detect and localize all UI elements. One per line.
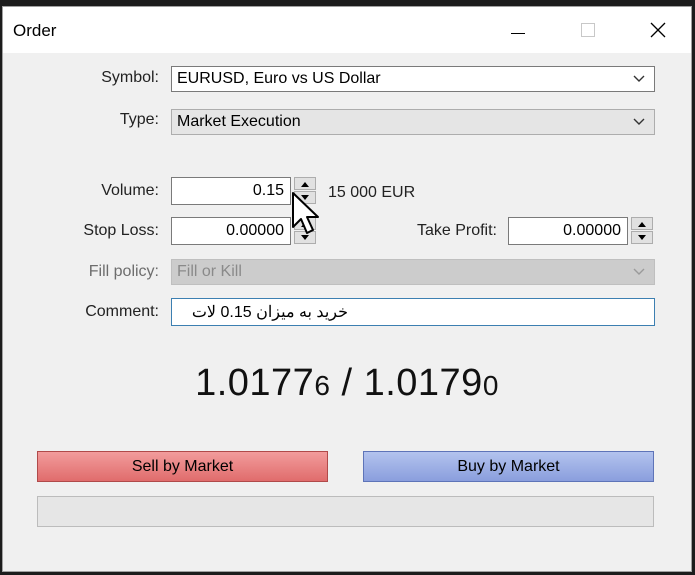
comment-label: Comment: xyxy=(85,303,159,320)
type-value: Market Execution xyxy=(177,113,301,130)
take-profit-value: 0.00000 xyxy=(563,222,621,239)
chevron-down-icon xyxy=(633,75,645,82)
arrow-up-icon xyxy=(301,181,309,187)
symbol-value: EURUSD, Euro vs US Dollar xyxy=(177,70,381,87)
volume-up-button[interactable] xyxy=(294,177,316,190)
price-separator: / xyxy=(330,362,364,404)
sell-by-market-button[interactable]: Sell by Market xyxy=(37,451,328,482)
ask-price-pip: 0 xyxy=(482,370,499,401)
bid-price: 1.01776 xyxy=(195,362,330,404)
volume-info: 15 000 EUR xyxy=(328,184,416,201)
take-profit-input[interactable]: 0.00000 xyxy=(508,217,628,245)
order-dialog: Order Symbol: EURUSD, Euro vs US Dollar … xyxy=(2,6,692,572)
buy-button-label: Buy by Market xyxy=(457,457,560,475)
take-profit-spinner[interactable] xyxy=(631,217,653,245)
volume-label: Volume: xyxy=(101,182,159,199)
ask-price-main: 1.0179 xyxy=(363,362,483,404)
buy-by-market-button[interactable]: Buy by Market xyxy=(363,451,654,482)
arrow-down-icon xyxy=(638,234,646,240)
title-bar: Order xyxy=(3,7,691,53)
type-select[interactable]: Market Execution xyxy=(171,109,655,135)
chevron-down-icon xyxy=(633,268,645,275)
comment-input[interactable]: خرید به میزان 0.15 لات xyxy=(171,298,655,326)
type-label: Type: xyxy=(119,111,159,128)
take-profit-label: Take Profit: xyxy=(416,222,497,239)
stop-loss-value: 0.00000 xyxy=(226,222,284,239)
ask-price: 1.01790 xyxy=(364,362,499,404)
volume-input[interactable]: 0.15 xyxy=(171,177,291,205)
take-profit-up-button[interactable] xyxy=(631,217,653,230)
stop-loss-label: Stop Loss: xyxy=(83,222,159,239)
stop-loss-input[interactable]: 0.00000 xyxy=(171,217,291,245)
close-icon xyxy=(650,22,666,38)
status-bar xyxy=(37,496,654,527)
take-profit-down-button[interactable] xyxy=(631,231,653,244)
symbol-label: Symbol: xyxy=(101,69,159,86)
window-title: Order xyxy=(13,21,57,40)
fill-policy-select[interactable]: Fill or Kill xyxy=(171,259,655,285)
bid-price-pip: 6 xyxy=(314,370,331,401)
minimize-button[interactable] xyxy=(495,7,541,53)
mouse-cursor-icon xyxy=(292,192,319,234)
symbol-select[interactable]: EURUSD, Euro vs US Dollar xyxy=(171,66,655,92)
fill-policy-value: Fill or Kill xyxy=(177,263,242,280)
fill-policy-label: Fill policy: xyxy=(88,263,159,280)
comment-value: خرید به میزان 0.15 لات xyxy=(191,304,348,321)
chevron-down-icon xyxy=(633,118,645,125)
minimize-icon xyxy=(511,32,525,34)
bid-price-main: 1.0177 xyxy=(195,362,315,404)
maximize-button[interactable] xyxy=(565,7,611,53)
volume-value: 0.15 xyxy=(252,182,284,199)
maximize-icon xyxy=(581,23,595,37)
price-quote: 1.01776 / 1.01790 xyxy=(3,362,691,405)
arrow-up-icon xyxy=(638,221,646,227)
sell-button-label: Sell by Market xyxy=(131,457,234,475)
close-button[interactable] xyxy=(635,7,681,53)
